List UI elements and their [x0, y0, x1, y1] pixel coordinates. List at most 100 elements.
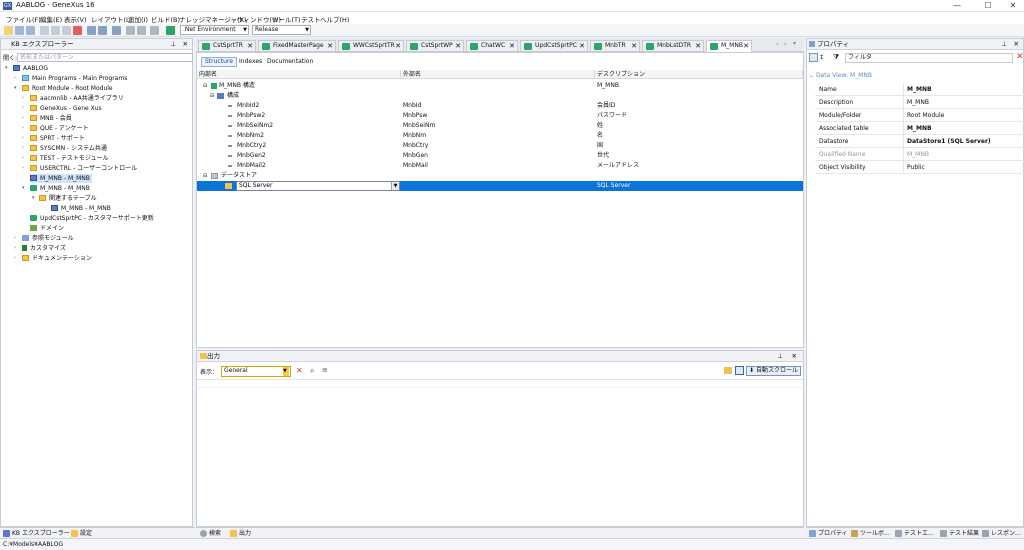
- categorized-icon[interactable]: [809, 53, 818, 62]
- tree-item-documentation[interactable]: ドキュメンテーション: [22, 254, 92, 263]
- collapse-icon[interactable]: ▾: [5, 65, 8, 71]
- tab-close-icon[interactable]: ✕: [395, 41, 401, 51]
- tree-item-que[interactable]: QUE - アンケート: [30, 124, 89, 133]
- table-row[interactable]: MnbId2 MnbId 会員ID: [197, 101, 803, 111]
- tab-fixedmasterpage[interactable]: FixedMasterPage ✕: [258, 40, 336, 52]
- tab-close-icon[interactable]: ✕: [327, 41, 333, 51]
- tree-item-m-mnb-table[interactable]: M_MNB - M_MNB: [30, 174, 92, 183]
- clear-filter-icon[interactable]: ✕: [1016, 52, 1024, 62]
- tab-output[interactable]: 出力: [230, 529, 251, 538]
- autoscroll-button[interactable]: ⬇ 自動スクロール: [746, 366, 801, 376]
- expand-icon[interactable]: ›: [22, 135, 24, 141]
- tree-item-root-module[interactable]: Root Module - Root Module: [22, 84, 113, 93]
- undo-icon[interactable]: [87, 26, 96, 35]
- property-filter-input[interactable]: フィルタ: [845, 53, 1013, 63]
- expand-icon[interactable]: ›: [14, 75, 16, 81]
- sort-az-icon[interactable]: ↕: [819, 54, 824, 61]
- tab-close-icon[interactable]: ✕: [509, 41, 515, 51]
- column-internal-name[interactable]: 内部名: [197, 70, 401, 79]
- tree-item-customize[interactable]: カスタマイズ: [22, 244, 66, 253]
- tab-mnblstdtr[interactable]: MnbLstDTR ✕: [642, 40, 704, 52]
- menu-edit[interactable]: 編集(E): [40, 14, 62, 24]
- table-row[interactable]: MnbCtry2 MnbCtry 国: [197, 141, 803, 151]
- pause-output-icon[interactable]: [735, 366, 744, 375]
- collapse-icon[interactable]: ⊟: [203, 81, 207, 91]
- tree-item-mnb[interactable]: MNB - 会員: [30, 114, 72, 123]
- panel-close-icon[interactable]: ✕: [183, 39, 188, 49]
- menu-file[interactable]: ファイル(F): [6, 14, 41, 24]
- collapse-icon[interactable]: ▾: [22, 185, 25, 191]
- property-row-module[interactable]: Module/Folder Root Module: [815, 109, 1024, 122]
- menu-view[interactable]: 表示(V): [64, 14, 87, 24]
- tab-cstsprtwp[interactable]: CstSprtWP ✕: [406, 40, 464, 52]
- pin-icon[interactable]: ⊥: [777, 351, 783, 361]
- paste-icon[interactable]: [62, 26, 71, 35]
- menu-test[interactable]: テスト: [301, 14, 321, 24]
- word-wrap-icon[interactable]: ≡: [322, 366, 328, 374]
- column-external-name[interactable]: 外部名: [401, 70, 595, 79]
- subtab-structure[interactable]: Structure: [201, 57, 237, 67]
- pin-icon[interactable]: ⊥: [1001, 39, 1007, 49]
- menu-build[interactable]: ビルド(B): [151, 14, 180, 24]
- collapse-icon[interactable]: ▾: [14, 85, 17, 91]
- tree-item-sprt[interactable]: SPRT - サポート: [30, 134, 85, 143]
- tab-test-explorer[interactable]: テストエ...: [895, 529, 934, 538]
- collapse-icon[interactable]: ⊟: [203, 171, 207, 181]
- subtab-indexes[interactable]: Indexes: [235, 57, 266, 67]
- tab-toolbox[interactable]: ツールボ...: [851, 529, 890, 538]
- column-description[interactable]: デスクリプション: [595, 70, 803, 79]
- property-row-name[interactable]: Name M_MNB: [815, 83, 1024, 96]
- pin-icon[interactable]: ⊥: [170, 39, 176, 49]
- tab-wwcstsprttr[interactable]: WWCstSprtTR ✕: [338, 40, 404, 52]
- cut-icon[interactable]: [40, 26, 49, 35]
- expand-icon[interactable]: ›: [22, 145, 24, 151]
- tab-preferences[interactable]: 設定: [71, 529, 92, 538]
- expand-icon[interactable]: ›: [22, 155, 24, 161]
- tree-item-related-tables[interactable]: 関連するテーブル: [39, 194, 97, 203]
- expand-icon[interactable]: ›: [22, 125, 24, 131]
- table-row[interactable]: MnbPsw2 MnbPsw パスワード: [197, 111, 803, 121]
- tab-close-icon[interactable]: ✕: [743, 41, 749, 51]
- close-button[interactable]: ✕: [1000, 0, 1024, 11]
- delete-icon[interactable]: [73, 26, 82, 35]
- tree-item-updcstsprtpc[interactable]: UpdCstSprtPC - カスタマーサポート更新: [30, 214, 154, 223]
- structure-root-row[interactable]: ⊟ M_MNB 構造 M_MNB: [197, 81, 803, 91]
- expand-icon[interactable]: ›: [14, 235, 16, 241]
- tab-chatwc[interactable]: ChatWC ✕: [466, 40, 518, 52]
- datastore-selected-row[interactable]: SQL Server ▼ SQL Server: [197, 181, 803, 191]
- tree-item-userctrl[interactable]: USERCTRL - ユーザーコントロール: [30, 164, 137, 173]
- subtab-documentation[interactable]: Documentation: [263, 57, 317, 67]
- properties-section-header[interactable]: ⌄ Data View: M_MNB: [809, 72, 872, 79]
- datastore-select[interactable]: SQL Server ▼: [236, 181, 400, 191]
- expand-icon[interactable]: ›: [22, 115, 24, 121]
- tree-item-aacmnlib[interactable]: aacmnlib - AA共通ライブラリ: [30, 94, 124, 103]
- copy-icon[interactable]: [51, 26, 60, 35]
- tab-m-mnb[interactable]: M_MNB ✕: [706, 40, 752, 52]
- tab-scroll-left-icon[interactable]: ‹: [776, 40, 779, 48]
- new-object-icon[interactable]: [4, 26, 13, 35]
- tree-item-m-mnb-dataview[interactable]: M_MNB - M_MNB: [30, 184, 90, 193]
- menu-add[interactable]: 追加(I): [128, 14, 148, 24]
- tab-mnbtr[interactable]: MnbTR ✕: [590, 40, 640, 52]
- tab-close-icon[interactable]: ✕: [455, 41, 461, 51]
- composition-row[interactable]: ⊟ 構成: [197, 91, 803, 101]
- tab-close-icon[interactable]: ✕: [247, 41, 253, 51]
- datastore-row[interactable]: ⊟ データストア: [197, 171, 803, 181]
- menu-tools[interactable]: ツール(T): [272, 14, 301, 24]
- save-all-icon[interactable]: [26, 26, 35, 35]
- tab-scroll-right-icon[interactable]: ›: [784, 40, 787, 48]
- tab-kb-explorer[interactable]: KB エクスプローラー: [3, 529, 70, 538]
- tree-item-genexus[interactable]: GeneXus - Gene Xus: [30, 104, 102, 113]
- tree-item-test[interactable]: TEST - テストモジュール: [30, 154, 109, 163]
- table-row[interactable]: MnbMail2 MnbMail メールアドレス: [197, 161, 803, 171]
- expand-icon[interactable]: ›: [22, 165, 24, 171]
- tab-test-results[interactable]: テスト結果: [940, 529, 979, 538]
- tab-close-icon[interactable]: ✕: [579, 41, 585, 51]
- maximize-button[interactable]: ☐: [975, 0, 1001, 11]
- property-row-visibility[interactable]: Object Visibility Public: [815, 161, 1024, 174]
- collapse-icon[interactable]: ⊟: [210, 91, 214, 101]
- panel-close-icon[interactable]: ✕: [1014, 39, 1019, 49]
- environment-select[interactable]: .Net Environment ▼: [180, 25, 249, 35]
- configuration-select[interactable]: Release ▼: [252, 25, 311, 35]
- output-source-select[interactable]: General ▼: [221, 366, 291, 377]
